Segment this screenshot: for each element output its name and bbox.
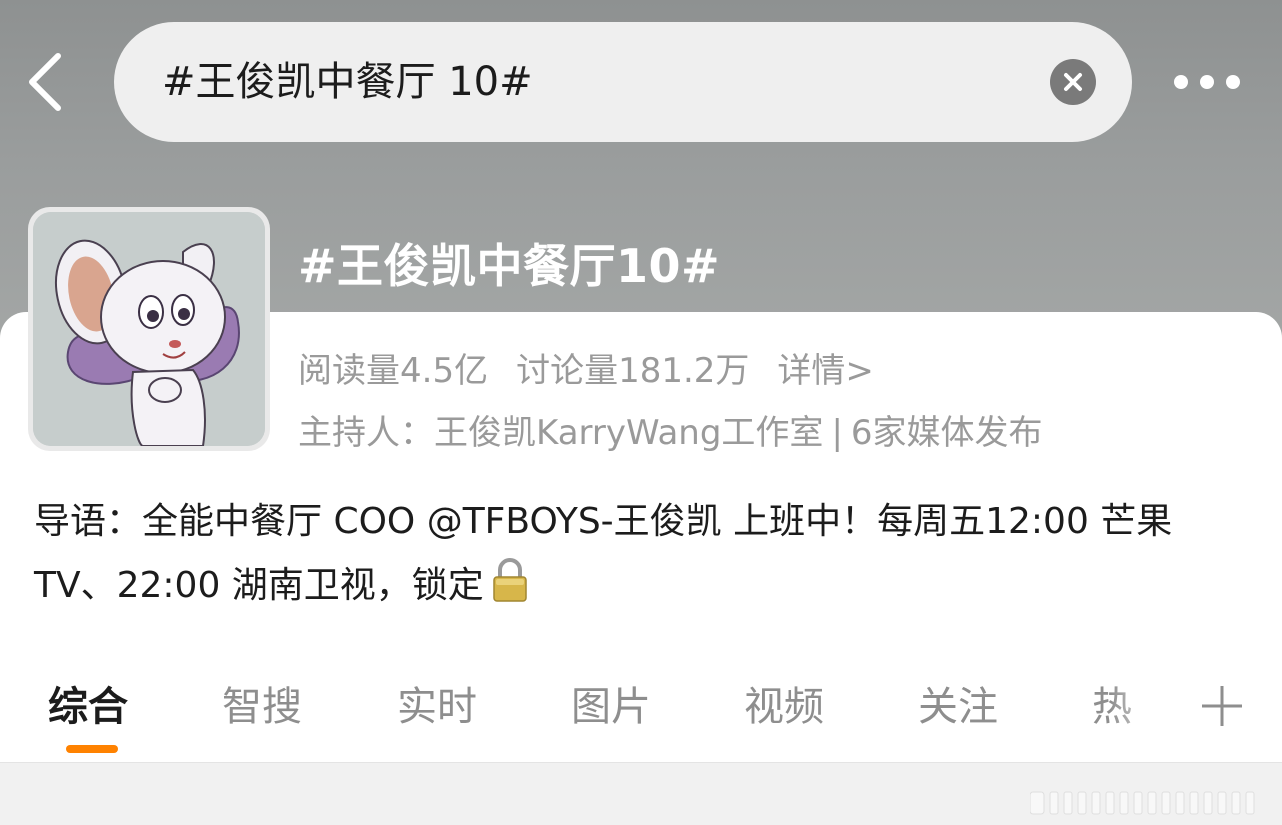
details-link[interactable]: 详情> (777, 351, 874, 391)
add-tab-button[interactable] (1196, 680, 1248, 732)
tab-hot[interactable]: 热 (1092, 674, 1132, 732)
media-count[interactable]: 6家媒体发布 (851, 413, 1043, 453)
back-button[interactable] (22, 50, 72, 114)
read-count: 阅读量4.5亿 (298, 351, 489, 391)
chevron-left-icon (29, 53, 61, 111)
tab-smart-search[interactable]: 智搜 (222, 674, 302, 732)
more-options-button[interactable] (1170, 62, 1246, 102)
search-bar[interactable]: #王俊凯中餐厅 10# (114, 22, 1132, 142)
tab-bar: 综合 智搜 实时 图片 视频 关注 热 (0, 668, 1282, 758)
tab-images[interactable]: 图片 (571, 674, 651, 732)
topic-stats: 阅读量4.5亿 讨论量181.2万 详情> (298, 343, 874, 392)
clear-search-button[interactable] (1050, 59, 1096, 105)
separator: | (831, 413, 843, 453)
discussion-count: 讨论量181.2万 (516, 351, 750, 391)
intro-text: 导语：全能中餐厅 COO @TFBOYS-王俊凯 上班中！每周五12:00 芒果… (34, 501, 1173, 606)
more-dot-icon (1226, 75, 1240, 89)
plus-icon (1202, 686, 1242, 726)
search-input[interactable]: #王俊凯中餐厅 10# (162, 49, 533, 107)
lock-icon (490, 557, 530, 624)
host-name[interactable]: 主持人：王俊凯KarryWang工作室 (298, 413, 823, 453)
close-icon (1064, 73, 1082, 91)
topic-host-info: 主持人：王俊凯KarryWang工作室 | 6家媒体发布 (298, 405, 1043, 454)
topic-title: #王俊凯中餐厅10# (298, 239, 721, 293)
active-tab-indicator (66, 745, 118, 753)
cartoon-mouse-avatar-image (33, 212, 265, 446)
topic-intro: 导语：全能中餐厅 COO @TFBOYS-王俊凯 上班中！每周五12:00 芒果… (34, 490, 1234, 624)
more-dot-icon (1200, 75, 1214, 89)
tab-realtime[interactable]: 实时 (397, 674, 477, 732)
tab-comprehensive[interactable]: 综合 (48, 674, 128, 732)
more-dot-icon (1174, 75, 1188, 89)
watermark-logo (1029, 788, 1266, 818)
tab-following[interactable]: 关注 (918, 674, 998, 732)
tab-videos[interactable]: 视频 (744, 674, 824, 732)
topic-avatar[interactable] (28, 207, 270, 451)
